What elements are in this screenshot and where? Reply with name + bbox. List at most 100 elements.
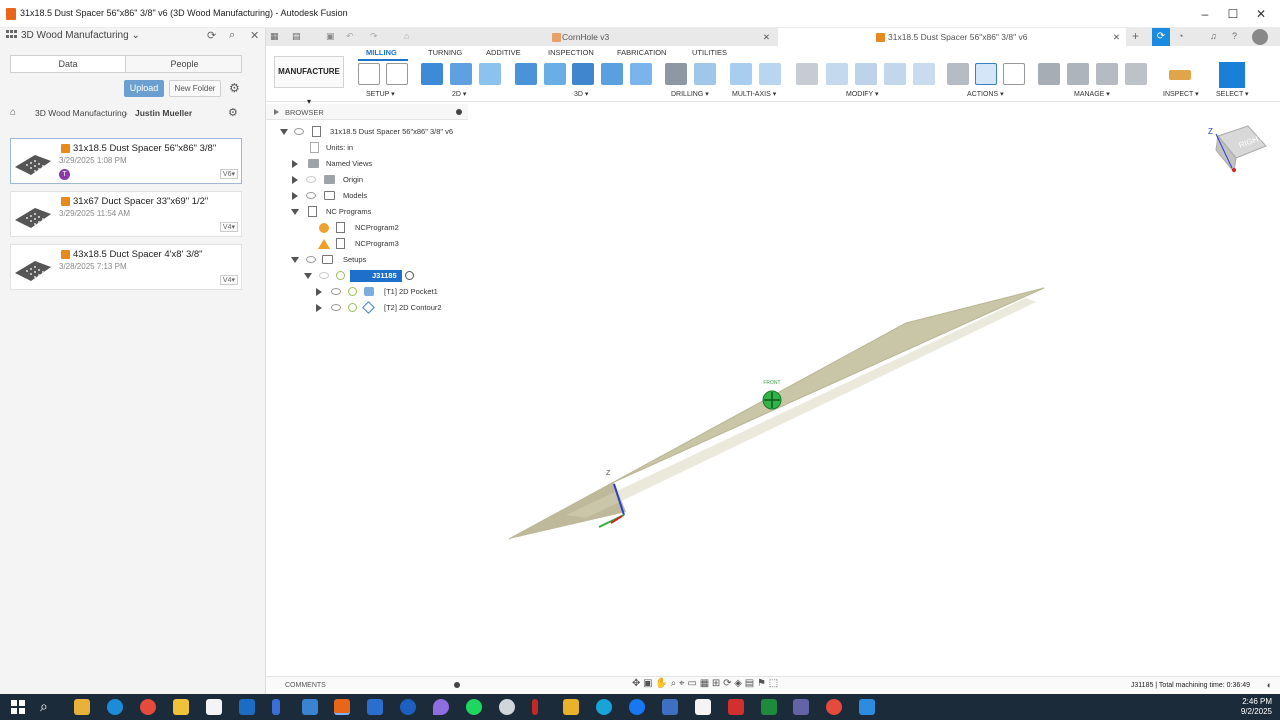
file-menu-icon[interactable]: ▤: [292, 31, 301, 42]
zoom-icon[interactable]: ⌕: [671, 678, 677, 689]
pin-icon[interactable]: [454, 682, 460, 688]
close-tab-icon[interactable]: ✕: [763, 28, 770, 46]
group-modify[interactable]: MODIFY ▾: [846, 90, 879, 98]
acrobat-icon[interactable]: [728, 699, 744, 715]
group-actions[interactable]: ACTIONS ▾: [967, 90, 1004, 98]
copilot-icon[interactable]: [74, 699, 90, 715]
close-tab-icon[interactable]: ✕: [1113, 28, 1120, 46]
measure-icon[interactable]: [1169, 70, 1191, 80]
drill-icon[interactable]: [665, 63, 687, 85]
scallop-icon[interactable]: [630, 63, 652, 85]
machine-library-icon[interactable]: [1067, 63, 1089, 85]
section-icon[interactable]: ⬚: [769, 678, 778, 689]
pan-icon[interactable]: ✋: [655, 678, 667, 689]
collapse-icon[interactable]: [274, 109, 279, 115]
environment-icon[interactable]: ▤: [745, 678, 754, 689]
vlc-icon[interactable]: [563, 699, 579, 715]
version-dropdown[interactable]: V4▾: [219, 222, 238, 232]
search-icon[interactable]: ⌕: [229, 29, 235, 42]
tab-additive[interactable]: ADDITIVE: [486, 48, 521, 57]
doc-tab-active[interactable]: 31x18.5 Dust Spacer 56"x86" 3/8" v6 ✕: [778, 28, 1126, 46]
chrome-2-icon[interactable]: [826, 699, 842, 715]
job-status-icon[interactable]: ◔: [1178, 31, 1183, 41]
viewports-icon[interactable]: ⊞: [712, 678, 720, 689]
pattern-icon[interactable]: [884, 63, 906, 85]
group-setup[interactable]: SETUP ▾: [366, 90, 395, 98]
close-panel-icon[interactable]: ✕: [250, 29, 259, 42]
facebook-icon[interactable]: [629, 699, 645, 715]
group-select[interactable]: SELECT ▾: [1216, 90, 1249, 98]
maximize-button[interactable]: ☐: [1224, 6, 1242, 22]
file-explorer-icon[interactable]: [173, 699, 189, 715]
explorer-2-icon[interactable]: [302, 699, 318, 715]
manual-nc-icon[interactable]: [913, 63, 935, 85]
project-selector[interactable]: 3D Wood Manufacturing ⌄: [21, 30, 140, 41]
fit-icon[interactable]: ⌖: [679, 678, 685, 689]
hole-recognition-icon[interactable]: [694, 63, 716, 85]
outlook-icon[interactable]: [239, 699, 255, 715]
version-dropdown[interactable]: V4▾: [219, 275, 238, 285]
start-icon[interactable]: [11, 700, 25, 714]
refresh-icon[interactable]: ⟳: [207, 29, 216, 42]
drop-icon[interactable]: [433, 699, 449, 715]
system-clock[interactable]: 2:46 PM 9/2/2025: [1241, 697, 1272, 717]
teams-icon[interactable]: [793, 699, 809, 715]
breadcrumb-project[interactable]: 3D Wood Manufacturing: [35, 108, 127, 118]
folder-settings-icon[interactable]: ⚙: [228, 106, 238, 119]
save-icon[interactable]: ▣: [326, 31, 335, 42]
close-button[interactable]: ✕: [1252, 6, 1270, 22]
spotify-icon[interactable]: [466, 699, 482, 715]
chrome-icon[interactable]: [140, 699, 156, 715]
setup-sheet-icon[interactable]: [1003, 63, 1025, 85]
store-icon[interactable]: [206, 699, 222, 715]
grid-settings-icon[interactable]: ▦: [700, 678, 709, 689]
comments-bar[interactable]: COMMENTS ✥ ▣ ✋ ⌕ ⌖ ▭ ▦ ⊞ ⟳ ◈ ▤ ⚑ ⬚ J3118…: [266, 676, 1280, 694]
2d-adaptive-icon[interactable]: [421, 63, 443, 85]
file-card[interactable]: 43x18.5 Duct Spacer 4'x8' 3/8" 3/28/2025…: [10, 244, 242, 290]
group-multi-axis[interactable]: MULTI-AXIS ▾: [732, 90, 776, 98]
tab-milling[interactable]: MILLING: [366, 48, 397, 57]
excel-icon[interactable]: [761, 699, 777, 715]
notepad-icon[interactable]: [695, 699, 711, 715]
refresh-view-icon[interactable]: ⟳: [723, 678, 731, 689]
home-icon[interactable]: ⌂: [10, 107, 16, 118]
help-icon[interactable]: ?: [1232, 31, 1237, 41]
3d-pocket-icon[interactable]: [544, 63, 566, 85]
upload-button[interactable]: Upload: [124, 80, 164, 97]
multi-axis-contour-icon[interactable]: [759, 63, 781, 85]
doc-tab-cornhole[interactable]: CornHole v3 ✕: [422, 28, 776, 46]
new-tab-icon[interactable]: +: [1132, 29, 1139, 43]
sync-icon[interactable]: ⟳: [1152, 28, 1170, 46]
version-dropdown[interactable]: V6▾: [219, 169, 238, 179]
minimize-button[interactable]: –: [1196, 6, 1214, 22]
2d-pocket-icon[interactable]: [450, 63, 472, 85]
avatar[interactable]: [1252, 29, 1268, 45]
browser-icon[interactable]: [400, 699, 416, 715]
edge-icon[interactable]: [107, 699, 123, 715]
multi-axis-swarf-icon[interactable]: [730, 63, 752, 85]
tab-data[interactable]: Data: [11, 56, 126, 72]
tab-people[interactable]: People: [127, 56, 242, 72]
duplicate-icon[interactable]: [855, 63, 877, 85]
fusion-taskbar-icon[interactable]: [334, 699, 350, 715]
undo-icon[interactable]: ↶: [346, 31, 354, 42]
group-manage[interactable]: MANAGE ▾: [1074, 90, 1110, 98]
post-library-icon[interactable]: [1096, 63, 1118, 85]
post-process-icon[interactable]: [975, 63, 997, 85]
display-settings-icon[interactable]: ▭: [687, 678, 696, 689]
face-icon[interactable]: [479, 63, 501, 85]
app-icon[interactable]: [499, 699, 515, 715]
new-setup-icon[interactable]: [358, 63, 380, 85]
group-3d[interactable]: 3D ▾: [574, 90, 588, 98]
home-view-icon[interactable]: ⌂: [404, 31, 409, 41]
file-card[interactable]: 31x67 Duct Spacer 33"x69" 1/2" 3/29/2025…: [10, 191, 242, 237]
filter-icon[interactable]: ⚑: [757, 678, 766, 689]
tab-turning[interactable]: TURNING: [428, 48, 462, 57]
viewport-canvas[interactable]: FRONT Z: [266, 120, 1280, 676]
tab-fabrication[interactable]: FABRICATION: [617, 48, 666, 57]
red-app-icon[interactable]: [532, 699, 538, 715]
tab-utilities[interactable]: UTILITIES: [692, 48, 727, 57]
nc-program-icon[interactable]: [386, 63, 408, 85]
orbit-icon[interactable]: ✥: [632, 678, 640, 689]
search-icon[interactable]: ⌕: [40, 698, 48, 715]
